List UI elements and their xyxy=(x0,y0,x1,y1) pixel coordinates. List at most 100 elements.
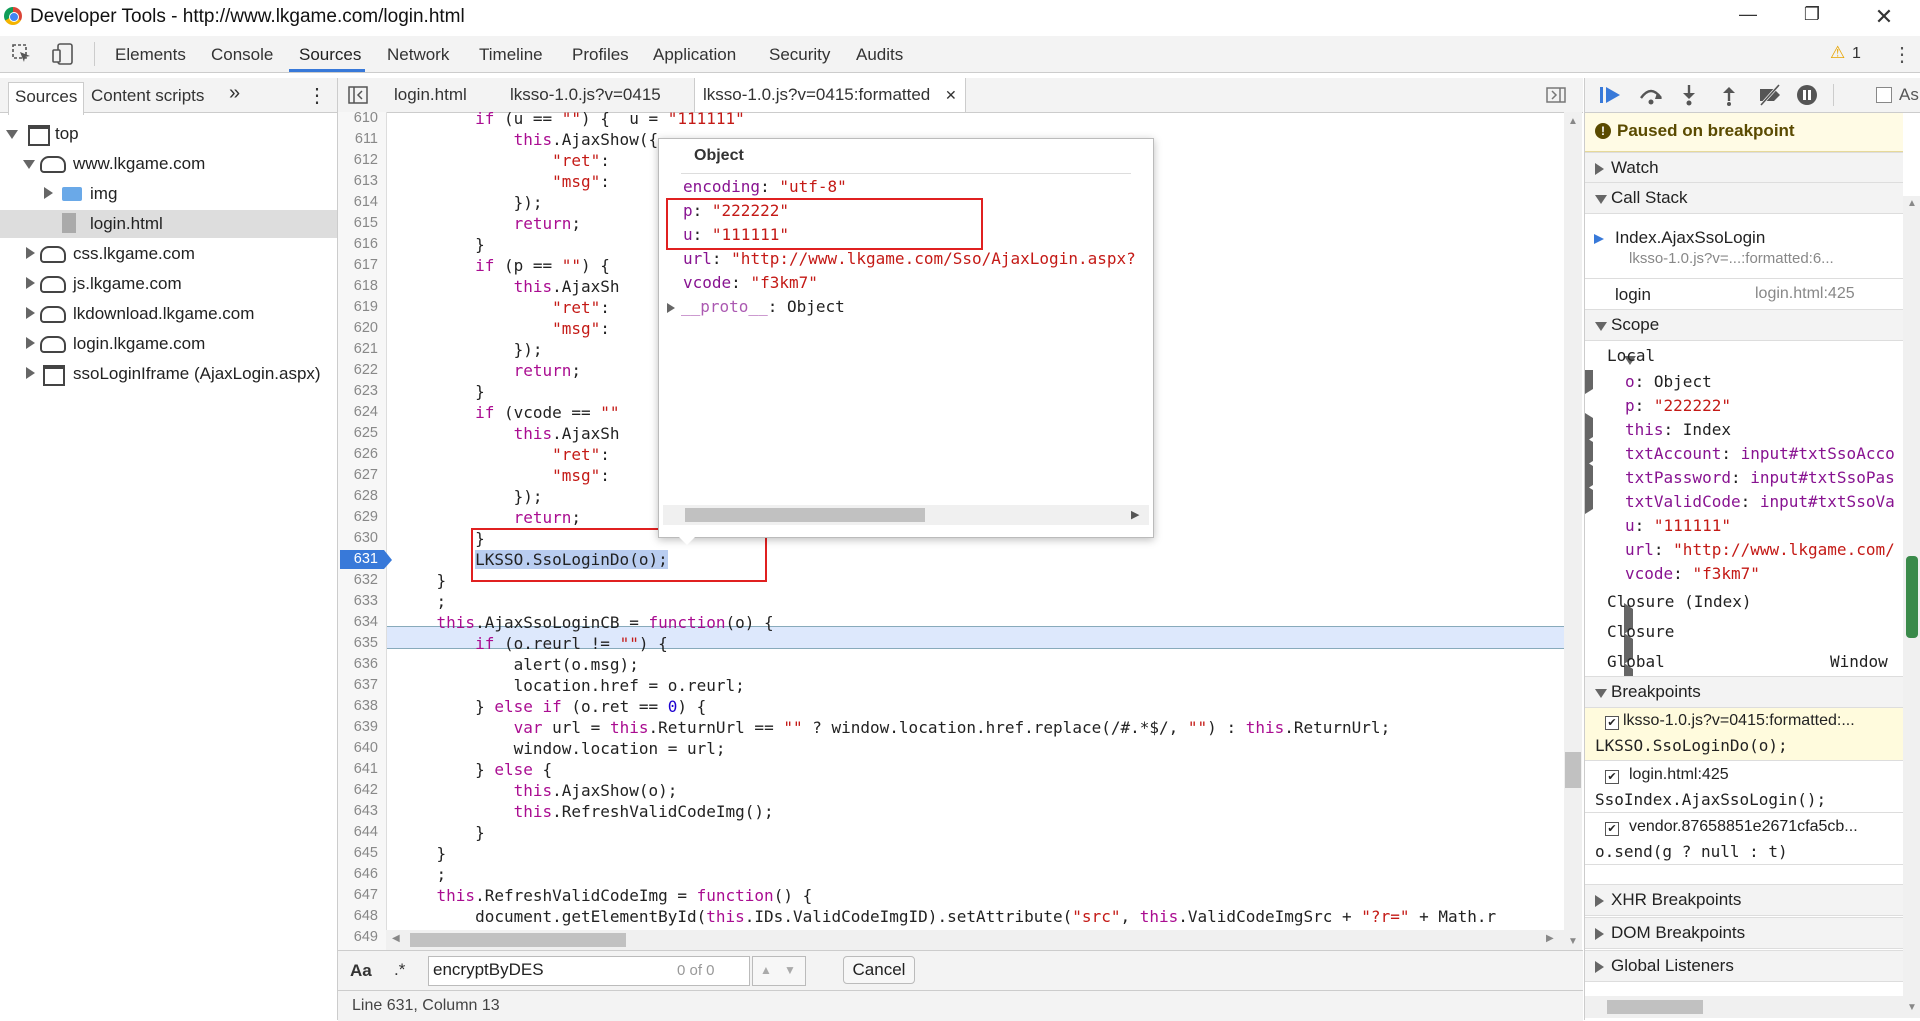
code-line[interactable]: if (o.reurl != "") { xyxy=(398,633,668,654)
code-line[interactable]: } xyxy=(398,570,447,591)
tree-item-js-lkgame[interactable]: js.lkgame.com xyxy=(0,270,337,298)
code-line[interactable]: }); xyxy=(398,192,543,213)
scope-global[interactable]: Global Window xyxy=(1585,650,1903,694)
navigator-tab-sources[interactable]: Sources xyxy=(8,82,85,115)
chevron-right-icon[interactable] xyxy=(44,187,53,199)
minimize-button[interactable]: — xyxy=(1728,4,1768,25)
tree-item-www-lkgame[interactable]: www.lkgame.com xyxy=(0,150,337,178)
warning-count[interactable]: 1 xyxy=(1852,45,1861,63)
chevron-right-icon[interactable] xyxy=(1595,895,1604,907)
tab-timeline[interactable]: Timeline xyxy=(479,45,543,65)
tab-elements[interactable]: Elements xyxy=(115,45,186,65)
code-line[interactable]: this.AjaxSsoLoginCB = function(o) { xyxy=(398,612,774,633)
tree-item-sso-iframe[interactable]: ssoLoginIframe (AjaxLogin.aspx) xyxy=(0,360,337,388)
search-prev-icon[interactable]: ▲ xyxy=(760,963,772,977)
scroll-right-icon[interactable]: ▶ xyxy=(1546,933,1554,944)
call-frame-active[interactable]: Index.AjaxSsoLogin lksso-1.0.js?v=...:fo… xyxy=(1585,228,1903,274)
deactivate-breakpoints-icon[interactable] xyxy=(1757,83,1783,107)
chevron-right-icon[interactable] xyxy=(26,247,35,259)
pause-on-exceptions-icon[interactable] xyxy=(1794,84,1820,106)
call-frame[interactable]: login login.html:425 xyxy=(1585,278,1903,307)
close-window-button[interactable]: ✕ xyxy=(1864,4,1904,30)
chevron-right-icon[interactable] xyxy=(26,307,35,319)
code-line[interactable]: }); xyxy=(398,486,543,507)
step-out-icon[interactable] xyxy=(1716,84,1742,106)
tree-item-img[interactable]: img xyxy=(0,180,337,208)
scroll-up-icon[interactable]: ▲ xyxy=(1907,198,1917,209)
code-line[interactable]: if (vcode == "" xyxy=(398,402,620,423)
scope-variable[interactable]: vcode: "f3km7" xyxy=(1585,562,1903,586)
section-breakpoints[interactable]: Breakpoints xyxy=(1585,676,1903,708)
line-number[interactable]: 631 xyxy=(338,549,378,570)
step-into-icon[interactable] xyxy=(1676,84,1702,106)
scrollbar-thumb[interactable] xyxy=(1906,556,1918,638)
toggle-navigator-icon[interactable] xyxy=(348,86,368,104)
chevron-down-icon[interactable] xyxy=(1595,689,1607,698)
scope-variable[interactable]: p: "222222" xyxy=(1585,394,1903,418)
tree-item-css-lkgame[interactable]: css.lkgame.com xyxy=(0,240,337,268)
expand-arrow-icon[interactable] xyxy=(667,302,675,313)
close-tab-icon[interactable]: ✕ xyxy=(945,87,957,103)
code-line[interactable]: "ret": xyxy=(398,150,610,171)
tab-network[interactable]: Network xyxy=(387,45,449,65)
editor-vertical-scrollbar[interactable]: ▲ ▼ xyxy=(1564,112,1582,950)
chevron-down-icon[interactable] xyxy=(23,160,35,169)
code-line[interactable]: return; xyxy=(398,360,581,381)
tree-item-top[interactable]: top xyxy=(0,120,337,148)
section-dom-breakpoints[interactable]: DOM Breakpoints xyxy=(1585,917,1903,949)
editor-horizontal-scrollbar[interactable]: ◀ ▶ xyxy=(386,930,1564,950)
section-scope[interactable]: Scope xyxy=(1585,309,1903,341)
step-over-icon[interactable] xyxy=(1638,84,1664,106)
code-line[interactable]: ; xyxy=(398,591,447,612)
navigator-more-icon[interactable]: » xyxy=(229,82,240,105)
sidebar-horizontal-scrollbar[interactable] xyxy=(1585,996,1903,1018)
scope-variable[interactable]: txtPassword: input#txtSsoPas xyxy=(1585,461,1903,490)
scroll-down-icon[interactable]: ▼ xyxy=(1907,1002,1917,1013)
chevron-right-icon[interactable] xyxy=(1595,163,1604,175)
code-line[interactable]: } xyxy=(398,234,485,255)
section-call-stack[interactable]: Call Stack xyxy=(1585,182,1903,214)
code-line[interactable]: if (u == "") { u = "111111" xyxy=(398,112,745,129)
scope-closure[interactable]: Closure xyxy=(1585,620,1903,664)
code-line[interactable]: return; xyxy=(398,507,581,528)
breakpoint-item[interactable]: ✔ vendor.87658851e2671cfa5cb... o.send(g… xyxy=(1585,812,1903,865)
code-line[interactable]: document.getElementById(this.IDs.ValidCo… xyxy=(398,906,1496,927)
inspect-element-icon[interactable] xyxy=(12,44,32,64)
tab-audits[interactable]: Audits xyxy=(856,45,903,65)
scroll-up-icon[interactable]: ▲ xyxy=(1568,116,1578,127)
breakpoint-item[interactable]: ✔ login.html:425 SsoIndex.AjaxSsoLogin()… xyxy=(1585,760,1903,813)
code-line[interactable]: "msg": xyxy=(398,318,610,339)
chevron-right-icon[interactable] xyxy=(1595,961,1604,973)
code-line[interactable]: this.RefreshValidCodeImg = function() { xyxy=(398,885,813,906)
line-number[interactable]: 649 xyxy=(338,927,378,948)
code-line[interactable]: } else { xyxy=(398,759,552,780)
maximize-button[interactable]: ❐ xyxy=(1792,4,1832,25)
code-line[interactable]: return; xyxy=(398,213,581,234)
scroll-down-icon[interactable]: ▼ xyxy=(1568,936,1578,947)
tab-security[interactable]: Security xyxy=(769,45,830,65)
chevron-right-icon[interactable] xyxy=(26,337,35,349)
chevron-right-icon[interactable] xyxy=(26,367,35,379)
breakpoint-item[interactable]: ✔ lksso-1.0.js?v=0415:formatted:... LKSS… xyxy=(1585,708,1903,761)
warning-icon[interactable]: ⚠ xyxy=(1830,43,1845,63)
tree-item-lkdownload-lkgame[interactable]: lkdownload.lkgame.com xyxy=(0,300,337,328)
more-menu-icon[interactable]: ⋮ xyxy=(1892,42,1912,67)
async-checkbox[interactable] xyxy=(1876,87,1892,103)
scroll-right-icon[interactable]: ▶ xyxy=(1131,508,1139,521)
code-line[interactable]: } xyxy=(398,843,447,864)
scope-local[interactable]: Local xyxy=(1585,346,1903,384)
popover-horizontal-scrollbar[interactable]: ▶ xyxy=(663,505,1149,525)
code-line[interactable]: "msg": xyxy=(398,171,610,192)
device-toolbar-icon[interactable] xyxy=(52,43,74,65)
scrollbar-thumb[interactable] xyxy=(685,508,925,522)
code-line[interactable]: this.AjaxSh xyxy=(398,276,620,297)
code-line[interactable]: } xyxy=(398,381,485,402)
code-line[interactable]: this.AjaxShow(o); xyxy=(398,780,678,801)
match-case-toggle[interactable]: Aa xyxy=(350,961,372,981)
section-xhr-breakpoints[interactable]: XHR Breakpoints xyxy=(1585,884,1903,916)
code-line[interactable]: if (p == "") { xyxy=(398,255,610,276)
chevron-right-icon[interactable] xyxy=(1595,928,1604,940)
navigator-menu-icon[interactable]: ⋮ xyxy=(307,83,327,108)
code-line[interactable]: this.AjaxShow({ xyxy=(398,129,659,150)
breakpoint-checkbox[interactable]: ✔ xyxy=(1605,770,1619,784)
